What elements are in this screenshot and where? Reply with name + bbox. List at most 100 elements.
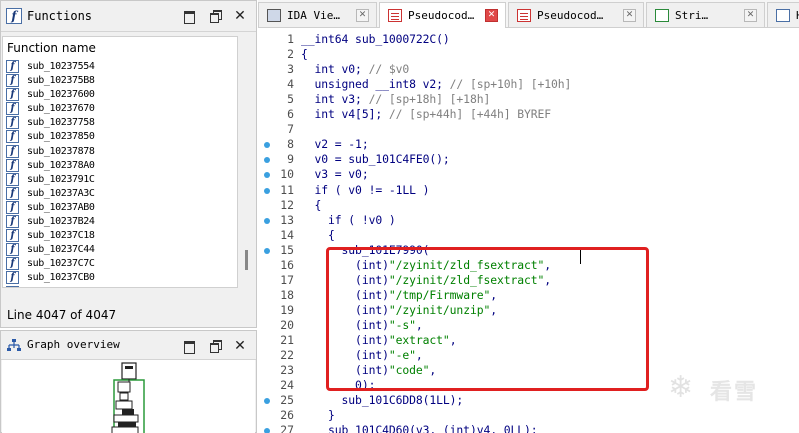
code-line[interactable]: 6 int v4[5]; // [sp+44h] [+44h] BYREF <box>258 107 799 122</box>
breakpoint-dot-icon[interactable] <box>264 428 270 433</box>
line-number: 23 <box>280 363 294 378</box>
function-list-item[interactable]: f sub_1023791C <box>6 172 236 187</box>
function-list-item[interactable]: f sub_10237758 <box>6 116 236 130</box>
function-name: sub_10237C18 <box>27 230 95 242</box>
pseudocode-icon <box>517 9 531 22</box>
tab-2[interactable]: Pseudocod… ✕ <box>379 2 506 29</box>
tab-3[interactable]: Pseudocod… ✕ <box>508 2 644 27</box>
breakpoint-dot-icon[interactable] <box>264 247 270 254</box>
code-line[interactable]: 2{ <box>258 47 799 62</box>
function-list-item[interactable]: f sub_10237C18 <box>6 229 236 243</box>
function-list-item[interactable]: f sub_10237554 <box>6 60 236 74</box>
line-number: 25 <box>280 393 294 408</box>
graph-overview-title: Graph overview <box>27 338 120 351</box>
breakpoint-dot-icon[interactable] <box>264 398 270 405</box>
function-list-item[interactable]: f sub_10237850 <box>6 130 236 144</box>
line-number: 16 <box>280 257 294 272</box>
line-number: 12 <box>280 197 294 212</box>
code-token: sub_101C6DD8(1LL); <box>301 393 464 408</box>
minimize-icon[interactable] <box>183 10 195 24</box>
function-icon: f <box>6 8 22 24</box>
pseudocode-icon <box>388 9 402 22</box>
close-icon[interactable]: ✕ <box>234 9 246 23</box>
function-list-item[interactable]: f sub_10237878 <box>6 144 236 159</box>
function-name: sub_10237758 <box>27 117 95 129</box>
graph-overview-titlebar[interactable]: Graph overview ✕ <box>1 331 256 360</box>
code-token: if ( v0 != -1LL ) <box>301 182 430 197</box>
line-number: 11 <box>280 182 294 197</box>
function-icon: f <box>6 215 19 229</box>
function-list-item[interactable]: f sub_10237670 <box>6 102 236 116</box>
tab-label: IDA Vie… <box>287 9 340 22</box>
breakpoint-dot-icon[interactable] <box>264 187 270 194</box>
tab-1[interactable]: IDA Vie… ✕ <box>258 2 377 27</box>
code-text: sub_101C6DD8(1LL); <box>301 393 464 408</box>
code-line[interactable]: 12 { <box>258 198 799 213</box>
breakpoint-dot-icon[interactable] <box>264 172 270 179</box>
code-line[interactable]: 1 __int64 sub_1000722C() <box>258 32 799 47</box>
function-list-item[interactable]: f sub_102378A0 <box>6 158 236 173</box>
functions-panel-title: Functions <box>27 9 93 23</box>
function-list-item[interactable]: f sub_10237B24 <box>6 215 236 229</box>
code-line[interactable]: 7 <box>258 122 799 137</box>
function-list-item[interactable]: f sub_10237C44 <box>6 243 236 257</box>
close-icon[interactable]: ✕ <box>234 339 246 353</box>
code-line[interactable]: 10 v3 = v0; <box>258 167 799 182</box>
code-line[interactable]: 13 if ( !v0 ) <box>258 213 799 228</box>
tab-label: Pseudocod… <box>537 9 604 22</box>
tab-close-icon[interactable]: ✕ <box>356 9 369 22</box>
breakpoint-dot-icon[interactable] <box>264 157 270 164</box>
function-name-column-header[interactable]: Function name <box>7 41 96 55</box>
function-list-item[interactable]: f sub_10237A3C <box>6 186 236 201</box>
function-icon: f <box>6 243 19 257</box>
tab-label: Pseudocod… <box>408 9 475 22</box>
function-name: sub_1023791C <box>27 173 95 185</box>
graph-overview-thumbnail[interactable] <box>2 360 255 433</box>
function-list-item[interactable]: f sub_10237C7C <box>6 257 236 271</box>
code-token: { <box>301 227 335 242</box>
function-list-item[interactable]: f sub_102375B8 <box>6 74 236 88</box>
code-token: sub_101C4D60(v3, (int)v4, 0LL); <box>301 423 538 433</box>
restore-icon[interactable] <box>210 10 222 23</box>
restore-icon[interactable] <box>210 340 222 353</box>
line-number: 22 <box>280 348 294 363</box>
scrollbar-thumb[interactable] <box>245 250 248 270</box>
graph-overview-canvas[interactable] <box>2 360 255 433</box>
code-line[interactable]: 4 unsigned __int8 v2; // [sp+10h] [+10h] <box>258 77 799 92</box>
code-token: unsigned __int8 v2; <box>301 77 450 92</box>
code-line[interactable]: 5 int v3; // [sp+18h] [+18h] <box>258 92 799 107</box>
line-number: 14 <box>280 227 294 242</box>
function-list-item[interactable]: f sub_10237600 <box>6 88 236 102</box>
function-name: sub_10237AB0 <box>27 201 95 213</box>
function-list[interactable]: Function name f sub_10237554 f sub_102375B8… <box>2 36 238 288</box>
tab-close-icon[interactable]: ✕ <box>485 9 498 22</box>
function-name: sub_10237A3C <box>27 187 95 199</box>
breakpoint-dot-icon[interactable] <box>264 142 270 149</box>
function-list-item[interactable]: f sub_10237CB0 <box>6 271 236 285</box>
minimize-icon[interactable] <box>183 340 195 354</box>
line-number: 26 <box>280 408 294 423</box>
highlight-annotation-box <box>326 247 649 391</box>
tab-close-icon[interactable]: ✕ <box>623 9 636 22</box>
tab-5[interactable]: Hex <box>767 2 799 27</box>
code-line[interactable]: 11 if ( v0 != -1LL ) <box>258 183 799 198</box>
code-line[interactable]: 8 v2 = -1; <box>258 137 799 152</box>
function-list-item[interactable]: f sub_10237AB0 <box>6 200 236 215</box>
code-line[interactable]: 14 { <box>258 228 799 243</box>
code-text: { <box>301 228 335 242</box>
code-line[interactable]: 27 sub_101C4D60(v3, (int)v4, 0LL); <box>258 423 799 433</box>
code-line[interactable]: 9 v0 = sub_101C4FE0(); <box>258 152 799 167</box>
line-number: 4 <box>287 77 294 92</box>
view-tab-bar: IDA Vie… ✕ Pseudocod… ✕ Pseudocod… ✕ Stri… ✕ Hex <box>258 0 799 29</box>
function-name: sub_102375B8 <box>27 75 95 87</box>
code-token: int v3; <box>301 92 369 107</box>
breakpoint-dot-icon[interactable] <box>264 217 270 224</box>
function-name: sub_10237C7C <box>27 258 95 270</box>
code-line[interactable]: 26 } <box>258 408 799 423</box>
function-list-scrollbar[interactable] <box>240 36 256 288</box>
tab-4[interactable]: Stri… ✕ <box>646 2 765 27</box>
code-token: v3 = v0; <box>301 167 369 182</box>
code-line[interactable]: 3 int v0; // $v0 <box>258 62 799 77</box>
tab-close-icon[interactable]: ✕ <box>744 9 757 22</box>
functions-panel-titlebar[interactable]: f Functions ✕ <box>1 1 256 32</box>
